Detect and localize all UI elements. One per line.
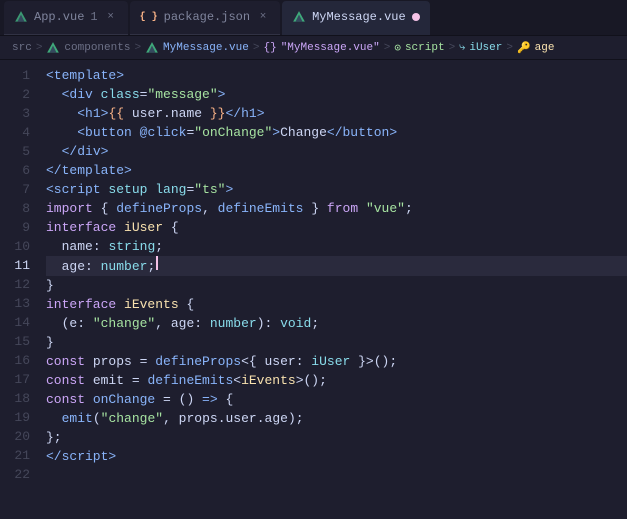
- code-line-6: </template>: [46, 161, 627, 180]
- ln-9: 9: [0, 218, 30, 237]
- vue-icon-bc: [46, 41, 60, 55]
- ln-3: 3: [0, 104, 30, 123]
- tab-mymessage-vue[interactable]: MyMessage.vue: [282, 1, 430, 35]
- bc-obj-label: "MyMessage.vue": [281, 42, 380, 54]
- code-line-7: <script setup lang="ts">: [46, 180, 627, 199]
- ln-18: 18: [0, 389, 30, 408]
- code-line-18: const onChange = () => {: [46, 390, 627, 409]
- tab-app-vue-number: 1: [90, 10, 97, 24]
- ln-22: 22: [0, 465, 30, 484]
- ln-7: 7: [0, 180, 30, 199]
- ln-20: 20: [0, 427, 30, 446]
- code-line-12: }: [46, 276, 627, 295]
- bc-age: age: [535, 42, 555, 54]
- ln-5: 5: [0, 142, 30, 161]
- json-icon: { }: [140, 12, 158, 23]
- vue-icon: [14, 10, 28, 24]
- ln-2: 2: [0, 85, 30, 104]
- bc-src: src: [12, 42, 32, 54]
- code-line-10: name: string;: [46, 237, 627, 256]
- tab-mymessage-label: MyMessage.vue: [312, 10, 406, 24]
- ln-19: 19: [0, 408, 30, 427]
- tab-modified-dot: [412, 13, 420, 21]
- code-line-14: (e: "change", age: number): void;: [46, 314, 627, 333]
- code-area[interactable]: <template> <div class="message"> <h1>{{ …: [42, 60, 627, 519]
- editor: 1 2 3 4 5 6 7 8 9 10 11 12 13 14 15 16 1…: [0, 60, 627, 519]
- vue-icon-bc2: [145, 41, 159, 55]
- bc-key-icon: 🔑: [517, 41, 531, 55]
- bc-sep1: >: [36, 42, 43, 54]
- ln-4: 4: [0, 123, 30, 142]
- bc-iuser: iUser: [469, 42, 502, 54]
- tab-app-vue-label: App.vue: [34, 10, 84, 24]
- ln-15: 15: [0, 332, 30, 351]
- code-line-8: import { defineProps, defineEmits } from…: [46, 199, 627, 218]
- bc-sep3: >: [253, 42, 260, 54]
- code-line-5: </div>: [46, 142, 627, 161]
- code-line-20: };: [46, 428, 627, 447]
- bc-sep4: >: [384, 42, 391, 54]
- code-line-22: [46, 466, 627, 485]
- tab-close-icon-2[interactable]: ×: [256, 10, 270, 24]
- ln-16: 16: [0, 351, 30, 370]
- ln-10: 10: [0, 237, 30, 256]
- vue-icon-2: [292, 10, 306, 24]
- line-numbers: 1 2 3 4 5 6 7 8 9 10 11 12 13 14 15 16 1…: [0, 60, 42, 519]
- ln-1: 1: [0, 66, 30, 85]
- bc-sep2: >: [134, 42, 141, 54]
- bc-iuser-icon: ⤷: [459, 42, 465, 54]
- code-line-2: <div class="message">: [46, 85, 627, 104]
- code-line-4: <button @click="onChange">Change</button…: [46, 123, 627, 142]
- ln-14: 14: [0, 313, 30, 332]
- code-line-19: emit("change", props.user.age);: [46, 409, 627, 428]
- bc-file: MyMessage.vue: [163, 42, 249, 54]
- bc-sep6: >: [506, 42, 513, 54]
- bc-components: components: [64, 42, 130, 54]
- tab-close-icon[interactable]: ×: [104, 10, 118, 24]
- ln-17: 17: [0, 370, 30, 389]
- tab-bar: App.vue 1 × { } package.json × MyMessage…: [0, 0, 627, 36]
- ln-13: 13: [0, 294, 30, 313]
- ln-12: 12: [0, 275, 30, 294]
- code-line-16: const props = defineProps<{ user: iUser …: [46, 352, 627, 371]
- bc-sep5: >: [449, 42, 456, 54]
- bc-script: script: [405, 42, 445, 54]
- code-line-15: }: [46, 333, 627, 352]
- bc-obj-icon: {}: [263, 42, 276, 54]
- ln-8: 8: [0, 199, 30, 218]
- tab-app-vue[interactable]: App.vue 1 ×: [4, 1, 128, 35]
- ln-11: 11: [0, 256, 30, 275]
- bc-script-icon: ⊙: [394, 41, 401, 55]
- tab-package-json[interactable]: { } package.json ×: [130, 1, 280, 35]
- ln-6: 6: [0, 161, 30, 180]
- code-line-1: <template>: [46, 66, 627, 85]
- code-line-13: interface iEvents {: [46, 295, 627, 314]
- code-line-11: age: number;: [46, 256, 627, 276]
- code-line-21: </script>: [46, 447, 627, 466]
- code-line-9: interface iUser {: [46, 218, 627, 237]
- code-line-3: <h1>{{ user.name }}</h1>: [46, 104, 627, 123]
- tab-package-json-label: package.json: [164, 10, 250, 24]
- breadcrumb: src > components > MyMessage.vue > {} "M…: [0, 36, 627, 60]
- ln-21: 21: [0, 446, 30, 465]
- code-line-17: const emit = defineEmits<iEvents>();: [46, 371, 627, 390]
